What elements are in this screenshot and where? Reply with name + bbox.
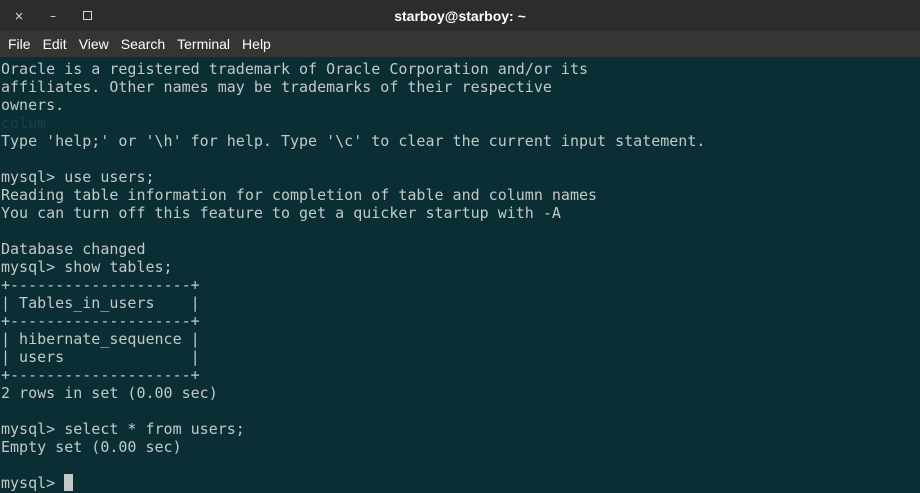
terminal-line: Type 'help;' or '\h' for help. Type '\c'… — [1, 132, 706, 150]
terminal-line: colum — [1, 114, 47, 132]
terminal-line: You can turn off this feature to get a q… — [1, 204, 561, 222]
terminal-line: owners. — [1, 96, 65, 114]
terminal-line: affiliates. Other names may be trademark… — [1, 78, 552, 96]
terminal-line: mysql> show tables; — [1, 258, 173, 276]
title-bar[interactable]: × – starboy@starboy: ~ — [0, 0, 920, 31]
menu-terminal[interactable]: Terminal — [171, 31, 236, 57]
terminal-window: × – starboy@starboy: ~ File Edit View Se… — [0, 0, 920, 493]
menu-search[interactable]: Search — [115, 31, 171, 57]
window-title: starboy@starboy: ~ — [394, 7, 526, 24]
text-cursor — [64, 474, 74, 491]
terminal-line: +--------------------+ — [1, 276, 200, 294]
terminal-line: Reading table information for completion… — [1, 186, 598, 204]
menu-bar: File Edit View Search Terminal Help — [0, 31, 920, 58]
terminal-line: | hibernate_sequence | — [1, 330, 200, 348]
terminal-line: Empty set (0.00 sec) — [1, 438, 182, 456]
mysql-prompt: mysql> — [1, 474, 65, 492]
menu-edit[interactable]: Edit — [37, 31, 73, 57]
terminal-line: Database changed — [1, 240, 146, 258]
close-icon[interactable]: × — [8, 5, 30, 27]
terminal-line: +--------------------+ — [1, 366, 200, 384]
window-controls: × – — [8, 0, 110, 31]
terminal-line: | users | — [1, 348, 200, 366]
terminal-line: 2 rows in set (0.00 sec) — [1, 384, 218, 402]
terminal-line: Oracle is a registered trademark of Orac… — [1, 60, 588, 78]
menu-file[interactable]: File — [2, 31, 37, 57]
terminal-line: mysql> use users; — [1, 168, 155, 186]
terminal-line: +--------------------+ — [1, 312, 200, 330]
current-prompt-line[interactable]: mysql> — [1, 474, 920, 492]
menu-view[interactable]: View — [73, 31, 115, 57]
maximize-icon[interactable] — [76, 5, 98, 27]
menu-help[interactable]: Help — [236, 31, 277, 57]
terminal-line: mysql> select * from users; — [1, 420, 245, 438]
terminal-text: Oracle is a registered trademark of Orac… — [0, 58, 920, 492]
terminal-line: | Tables_in_users | — [1, 294, 200, 312]
terminal-output[interactable]: Oracle is a registered trademark of Orac… — [0, 58, 920, 493]
minimize-icon[interactable]: – — [42, 5, 64, 27]
